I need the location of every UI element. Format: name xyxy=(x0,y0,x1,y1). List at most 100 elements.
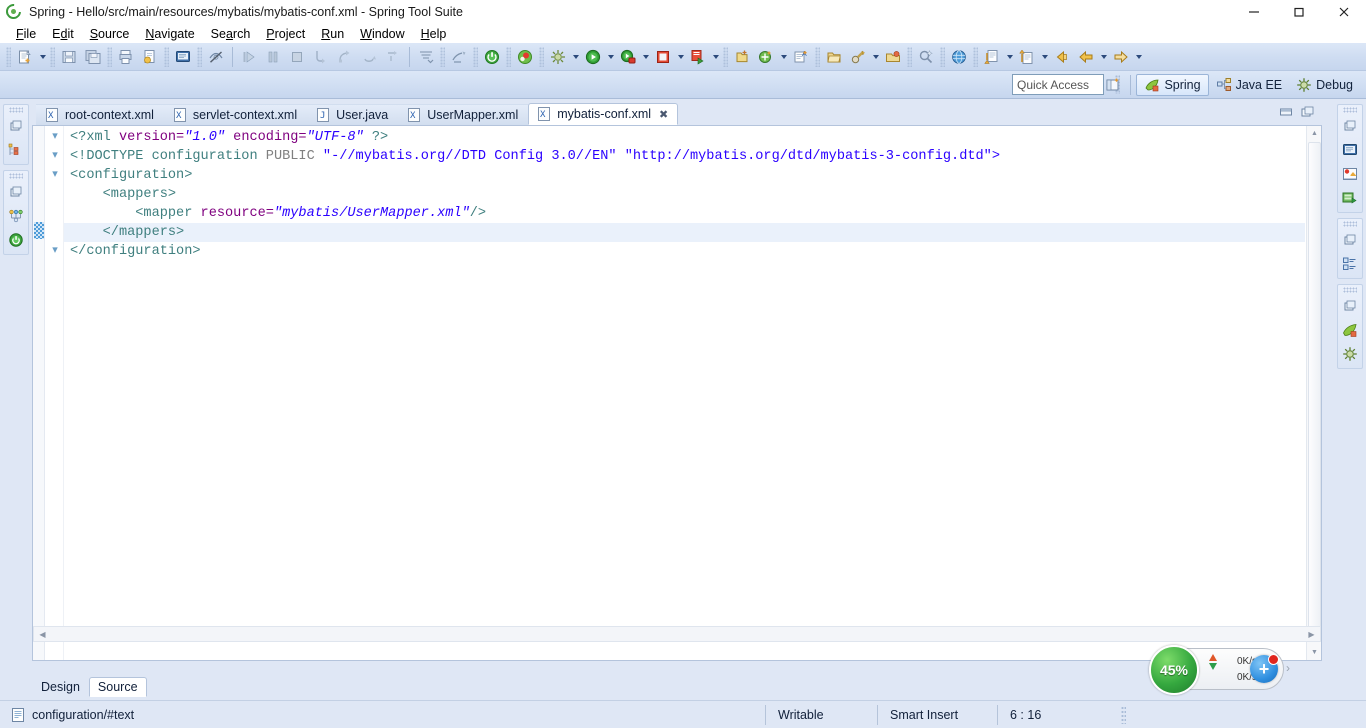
fold-toggle[interactable]: ▾ xyxy=(50,147,60,164)
menu-help[interactable]: Help xyxy=(413,26,455,42)
add-button-icon[interactable]: + xyxy=(1250,654,1279,683)
new-wizard-icon[interactable] xyxy=(14,46,36,68)
package-explorer-icon[interactable] xyxy=(5,139,27,161)
menu-project[interactable]: Project xyxy=(258,26,313,42)
code-line[interactable]: <configuration> xyxy=(70,166,1305,185)
editor-horizontal-scrollbar[interactable]: ◀ ▶ xyxy=(33,626,1321,642)
link-search-icon[interactable] xyxy=(915,46,937,68)
fold-toggle[interactable]: ▾ xyxy=(50,242,60,259)
toggle-mark-occurrences-icon[interactable] xyxy=(205,46,227,68)
stop-dropdown[interactable] xyxy=(675,46,686,68)
fold-toggle[interactable]: ▾ xyxy=(50,128,60,145)
restore-view-icon-r3[interactable] xyxy=(1339,295,1361,317)
editor-tab-root-context[interactable]: X root-context.xml xyxy=(36,104,164,125)
toolbar-grip-3[interactable] xyxy=(107,46,112,67)
maximize-button[interactable] xyxy=(1276,0,1321,24)
back-yellow-icon[interactable] xyxy=(1051,46,1073,68)
debug-bug-icon[interactable] xyxy=(1339,343,1361,365)
editor-tab-servlet-context[interactable]: X servlet-context.xml xyxy=(163,104,308,125)
perspective-tab-javaee[interactable]: Java EE xyxy=(1209,74,1290,96)
boot-dashboard-icon[interactable] xyxy=(448,46,470,68)
outline-view-icon[interactable] xyxy=(1339,253,1361,275)
expand-chevron-icon[interactable]: › xyxy=(1286,661,1290,675)
close-button[interactable] xyxy=(1321,0,1366,24)
r-fastview-grip-1[interactable] xyxy=(1343,107,1357,113)
toolbar-grip-13[interactable] xyxy=(940,46,945,67)
save-all-icon[interactable] xyxy=(82,46,104,68)
search-icon[interactable] xyxy=(847,46,869,68)
forward-icon[interactable] xyxy=(1110,46,1132,68)
vertical-scroll-thumb[interactable] xyxy=(1308,142,1321,642)
run-last-tool-icon[interactable] xyxy=(687,46,709,68)
problems-view-icon[interactable] xyxy=(1339,163,1361,185)
run-dropdown[interactable] xyxy=(605,46,616,68)
restore-view-icon-2[interactable] xyxy=(5,181,27,203)
new-class-dropdown[interactable] xyxy=(778,46,789,68)
stop-icon[interactable] xyxy=(652,46,674,68)
toolbar-grip-9[interactable] xyxy=(539,46,544,67)
editor-vertical-scrollbar[interactable]: ▲ ▼ xyxy=(1306,126,1321,660)
status-bar-grip[interactable] xyxy=(1121,705,1126,724)
debug-dropdown[interactable] xyxy=(570,46,581,68)
toolbar-grip-2[interactable] xyxy=(50,46,55,67)
debug-icon[interactable] xyxy=(547,46,569,68)
source-code[interactable]: <?xml version="1.0" encoding="UTF-8" ?> <… xyxy=(64,126,1305,261)
scroll-up-arrow[interactable]: ▲ xyxy=(1307,126,1322,141)
scroll-down-arrow[interactable]: ▼ xyxy=(1307,645,1322,660)
perspective-tab-debug[interactable]: Debug xyxy=(1289,74,1360,96)
run-icon[interactable] xyxy=(582,46,604,68)
spring-explorer-icon[interactable] xyxy=(1339,319,1361,341)
step-return-icon[interactable] xyxy=(358,46,380,68)
previous-annotation-icon[interactable] xyxy=(1016,46,1038,68)
editor-tab-user-java[interactable]: J User.java xyxy=(307,104,399,125)
new-annotation-icon[interactable]: A xyxy=(790,46,812,68)
code-line[interactable]: <mappers> xyxy=(70,185,1305,204)
print-icon[interactable] xyxy=(115,46,137,68)
open-web-browser-icon[interactable] xyxy=(948,46,970,68)
outline-icon[interactable] xyxy=(5,205,27,227)
run-last-dropdown[interactable] xyxy=(710,46,721,68)
open-task-icon[interactable] xyxy=(882,46,904,68)
next-annotation-icon[interactable] xyxy=(981,46,1003,68)
menu-run[interactable]: Run xyxy=(313,26,352,42)
toolbar-grip-4[interactable] xyxy=(164,46,169,67)
toolbar-grip-8[interactable] xyxy=(506,46,511,67)
terminate-icon[interactable] xyxy=(286,46,308,68)
fold-toggle[interactable]: ▾ xyxy=(50,166,60,183)
spring-boot-app-icon[interactable] xyxy=(481,46,503,68)
forward-dropdown[interactable] xyxy=(1133,46,1144,68)
new-class-icon[interactable] xyxy=(755,46,777,68)
back-dropdown[interactable] xyxy=(1098,46,1109,68)
toolbar-grip-7[interactable] xyxy=(473,46,478,67)
r-fastview-grip-3[interactable] xyxy=(1343,287,1357,293)
speed-percent-circle[interactable]: 45% xyxy=(1149,645,1199,695)
code-line[interactable]: </configuration> xyxy=(70,242,1305,261)
tab-design[interactable]: Design xyxy=(32,677,89,697)
quick-access-input[interactable]: Quick Access xyxy=(1012,74,1104,95)
toolbar-grip-10[interactable] xyxy=(723,46,728,67)
maximize-editor-icon[interactable] xyxy=(1300,105,1316,119)
next-annotation-dropdown[interactable] xyxy=(1004,46,1015,68)
close-icon[interactable]: ✖ xyxy=(659,108,668,121)
search-dropdown[interactable] xyxy=(870,46,881,68)
step-into-icon[interactable] xyxy=(310,46,332,68)
open-type-icon[interactable] xyxy=(514,46,536,68)
fastview-grip-1[interactable] xyxy=(9,107,23,113)
restore-view-icon-r1[interactable] xyxy=(1339,115,1361,137)
run-external-dropdown[interactable] xyxy=(640,46,651,68)
editor-tab-mybatis-conf[interactable]: X mybatis-conf.xml ✖ xyxy=(528,103,679,125)
open-folder-icon[interactable] xyxy=(823,46,845,68)
new-java-package-icon[interactable] xyxy=(731,46,753,68)
toolbar-grip-12[interactable] xyxy=(907,46,912,67)
scroll-right-arrow[interactable]: ▶ xyxy=(1304,627,1319,641)
menu-edit[interactable]: Edit xyxy=(44,26,82,42)
step-over-icon[interactable] xyxy=(334,46,356,68)
minimize-editor-icon[interactable] xyxy=(1278,105,1294,119)
console-view-icon[interactable] xyxy=(1339,139,1361,161)
menu-file[interactable]: File xyxy=(8,26,44,42)
code-line[interactable]: <!DOCTYPE configuration PUBLIC "-//mybat… xyxy=(70,147,1305,166)
toolbar-grip-5[interactable] xyxy=(197,46,202,67)
back-icon[interactable] xyxy=(1075,46,1097,68)
perspective-tab-spring[interactable]: Spring xyxy=(1136,74,1209,96)
toolbar-grip-14[interactable] xyxy=(973,46,978,67)
